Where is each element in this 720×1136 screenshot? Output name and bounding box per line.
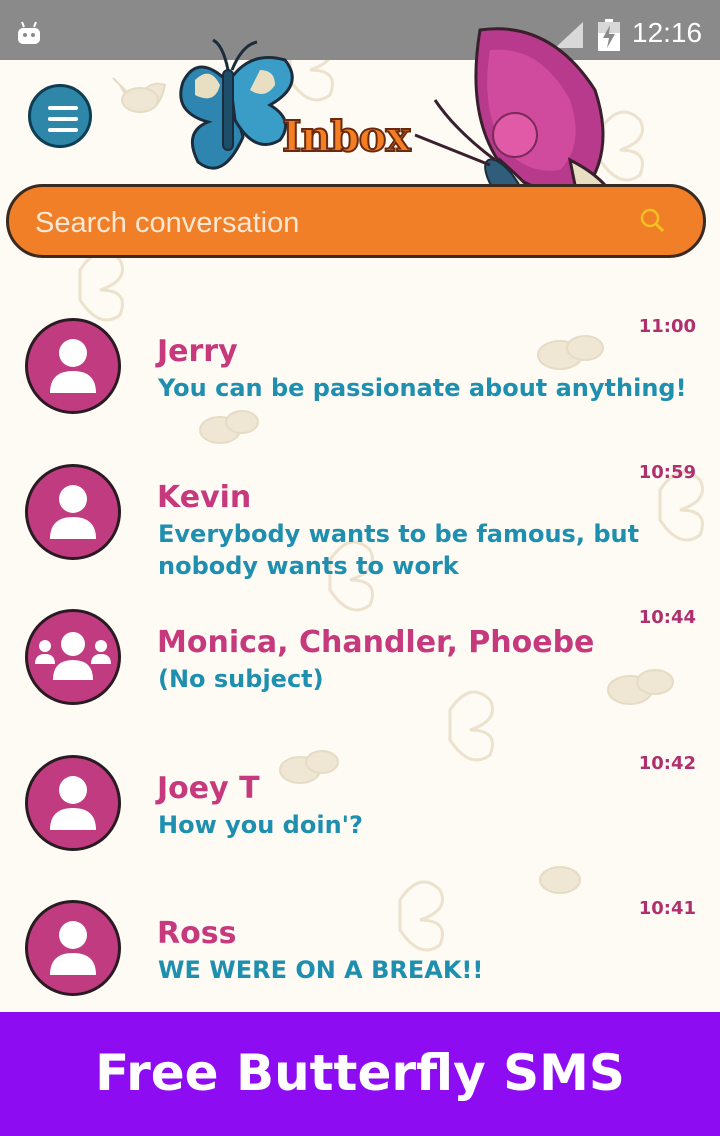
- search-icon[interactable]: [639, 207, 665, 233]
- message-time: 10:41: [638, 898, 696, 919]
- message-preview: You can be passionate about anything!: [158, 374, 687, 402]
- contact-name: Kevin: [157, 480, 252, 515]
- search-bar[interactable]: Search conversation: [6, 184, 706, 258]
- message-preview: How you doin'?: [158, 811, 363, 839]
- contact-avatar: [25, 609, 121, 705]
- conversation-item[interactable]: Monica, Chandler, Phoebe (No subject) 10…: [0, 591, 720, 721]
- promo-banner[interactable]: Free Butterfly SMS: [0, 1012, 720, 1136]
- contact-avatar: [25, 755, 121, 851]
- single-person-icon: [50, 776, 96, 830]
- page-title: Inbox: [281, 111, 412, 162]
- contact-avatar: [25, 900, 121, 996]
- banner-text: Free Butterfly SMS: [95, 1044, 625, 1102]
- contact-name: Monica, Chandler, Phoebe: [157, 625, 595, 660]
- message-preview: (No subject): [158, 665, 324, 693]
- message-time: 11:00: [638, 316, 696, 337]
- conversation-item[interactable]: Jerry You can be passionate about anythi…: [0, 300, 720, 430]
- menu-button[interactable]: [28, 84, 92, 148]
- message-time: 10:44: [638, 607, 696, 628]
- contact-name: Joey T: [157, 771, 260, 806]
- single-person-icon: [50, 339, 96, 393]
- conversation-item[interactable]: Joey T How you doin'? 10:42: [0, 737, 720, 867]
- message-time: 10:42: [638, 753, 696, 774]
- conversation-item[interactable]: Ross WE WERE ON A BREAK!! 10:41: [0, 882, 720, 1012]
- contact-name: Ross: [157, 916, 237, 951]
- conversation-item[interactable]: Kevin Everybody wants to be famous, but …: [0, 446, 720, 580]
- search-input[interactable]: Search conversation: [35, 207, 299, 240]
- group-icon: [35, 632, 111, 680]
- message-time: 10:59: [638, 462, 696, 483]
- android-notification-icon: [18, 21, 40, 44]
- contact-avatar: [25, 318, 121, 414]
- message-preview: Everybody wants to be famous, but nobody…: [158, 520, 640, 580]
- single-person-icon: [50, 485, 96, 539]
- message-preview: WE WERE ON A BREAK!!: [158, 956, 484, 984]
- single-person-icon: [50, 921, 96, 975]
- contact-avatar: [25, 464, 121, 560]
- contact-name: Jerry: [157, 334, 238, 369]
